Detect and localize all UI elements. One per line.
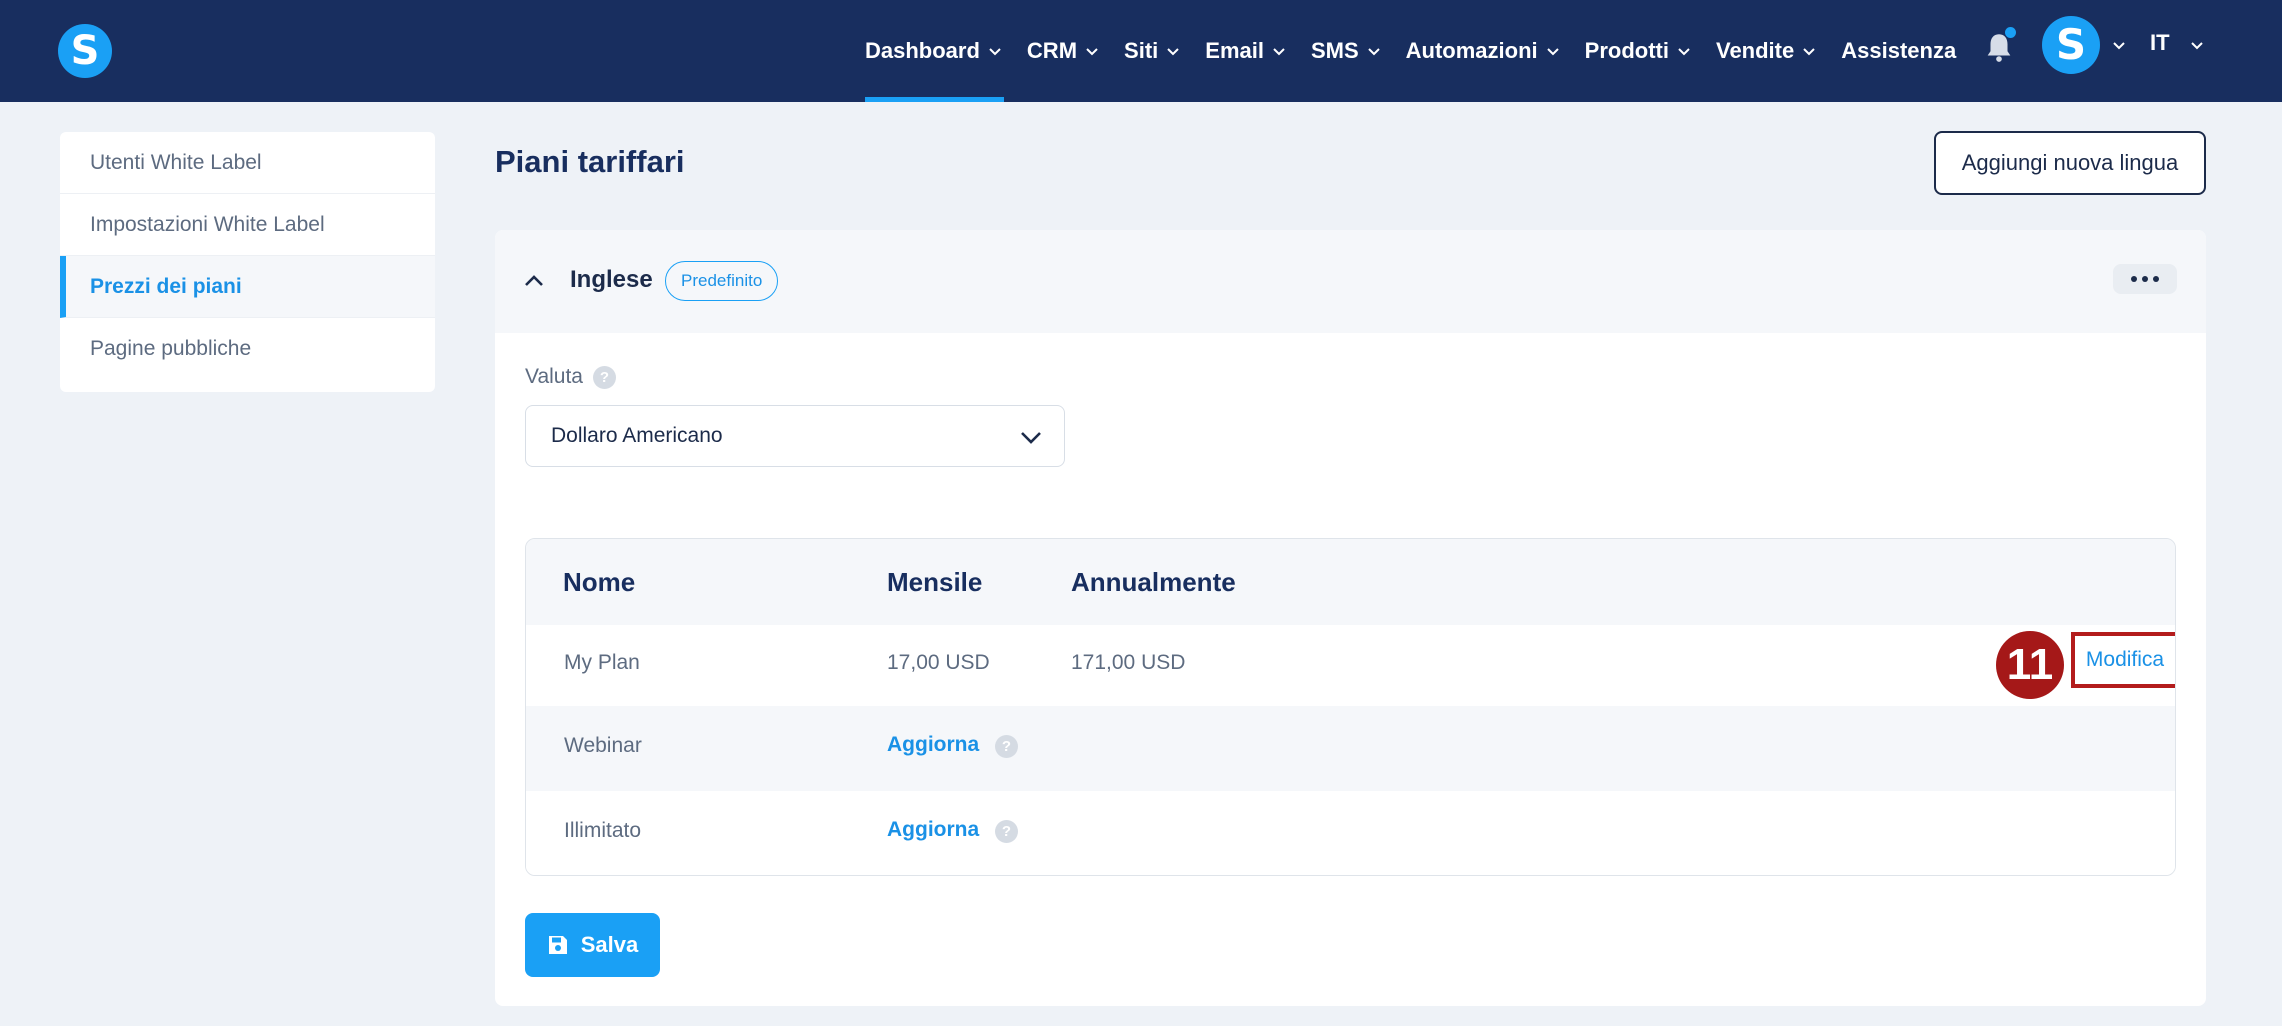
upgrade-link[interactable]: Aggiorna <box>887 733 979 757</box>
upgrade-link[interactable]: Aggiorna <box>887 818 979 842</box>
avatar[interactable]: S <box>2042 16 2100 74</box>
save-button[interactable]: Salva <box>525 913 660 977</box>
table-row: My Plan 17,00 USD 171,00 USD 11 Modifica <box>526 625 2175 706</box>
column-header-nome: Nome <box>563 567 636 597</box>
plan-name: Webinar <box>564 734 642 757</box>
app-logo[interactable]: S <box>58 24 112 78</box>
chevron-down-icon <box>1273 48 1285 56</box>
help-icon[interactable]: ? <box>995 735 1019 758</box>
upgrade-cell: Aggiorna ? <box>887 733 1019 758</box>
language-switcher[interactable]: IT <box>2150 30 2170 56</box>
chevron-down-icon[interactable] <box>2190 38 2204 52</box>
notification-dot <box>2005 27 2016 38</box>
nav-siti[interactable]: Siti <box>1124 0 1180 102</box>
monthly-price: 17,00 USD <box>887 651 990 674</box>
chevron-down-icon <box>989 48 1001 56</box>
nav-assistenza[interactable]: Assistenza <box>1841 0 1956 102</box>
chevron-down-icon <box>1367 48 1380 56</box>
plan-name: My Plan <box>564 651 640 674</box>
more-options-button[interactable] <box>2113 264 2177 294</box>
sidebar-item-impostazioni-white-label[interactable]: Impostazioni White Label <box>60 194 435 256</box>
column-header-mensile: Mensile <box>887 567 983 597</box>
plans-table: Nome Mensile Annualmente My Plan 17,00 U… <box>525 538 2176 876</box>
plan-name: Illimitato <box>564 819 642 842</box>
chevron-down-icon <box>1678 48 1690 56</box>
table-row: Webinar Aggiorna ? <box>526 706 2175 791</box>
chevron-up-icon[interactable] <box>523 270 545 292</box>
settings-sidebar: Utenti White Label Impostazioni White La… <box>60 132 435 392</box>
nav-email[interactable]: Email <box>1205 0 1286 102</box>
chevron-down-icon <box>1086 48 1098 56</box>
help-icon[interactable]: ? <box>995 820 1019 843</box>
annual-price: 171,00 USD <box>1071 651 1186 674</box>
help-icon[interactable]: ? <box>593 365 616 389</box>
step-marker: 11 <box>1996 631 2064 699</box>
nav-automazioni[interactable]: Automazioni <box>1406 0 1560 102</box>
nav-prodotti[interactable]: Prodotti <box>1585 0 1691 102</box>
currency-select[interactable]: Dollaro Americano <box>525 405 1065 467</box>
default-badge: Predefinito <box>665 261 779 301</box>
top-navbar: S Dashboard CRM Siti Email SMS Automazio… <box>0 0 2282 102</box>
edit-plan-link[interactable]: Modifica <box>2071 632 2175 688</box>
dot-icon <box>2131 276 2137 282</box>
main-nav: Dashboard CRM Siti Email SMS Automazioni… <box>865 0 1981 102</box>
chevron-down-icon <box>1021 432 1041 444</box>
language-name: Inglese <box>570 266 653 293</box>
sidebar-item-prezzi-dei-piani[interactable]: Prezzi dei piani <box>60 256 435 318</box>
dot-icon <box>2153 276 2159 282</box>
language-card-header: Inglese Predefinito <box>495 230 2206 333</box>
language-card: Inglese Predefinito Valuta ? Dollaro Ame… <box>495 230 2206 1006</box>
nav-vendite[interactable]: Vendite <box>1716 0 1816 102</box>
upgrade-cell: Aggiorna ? <box>887 818 1019 843</box>
nav-sms[interactable]: SMS <box>1311 0 1381 102</box>
table-row: Illimitato Aggiorna ? <box>526 791 2175 875</box>
chevron-down-icon[interactable] <box>2112 38 2126 52</box>
table-header: Nome Mensile Annualmente <box>526 539 2175 625</box>
chevron-down-icon <box>1167 48 1179 56</box>
column-header-annualmente: Annualmente <box>1071 567 1236 597</box>
sidebar-item-pagine-pubbliche[interactable]: Pagine pubbliche <box>60 318 435 380</box>
nav-dashboard[interactable]: Dashboard <box>865 0 1004 102</box>
dot-icon <box>2142 276 2148 282</box>
chevron-down-icon <box>1803 48 1815 56</box>
chevron-down-icon <box>1546 48 1559 56</box>
currency-label: Valuta ? <box>525 365 616 389</box>
page-title: Piani tariffari <box>495 144 685 179</box>
save-icon <box>548 936 567 954</box>
nav-crm[interactable]: CRM <box>1027 0 1099 102</box>
sidebar-item-utenti-white-label[interactable]: Utenti White Label <box>60 132 435 194</box>
add-language-button[interactable]: Aggiungi nuova lingua <box>1934 131 2206 195</box>
